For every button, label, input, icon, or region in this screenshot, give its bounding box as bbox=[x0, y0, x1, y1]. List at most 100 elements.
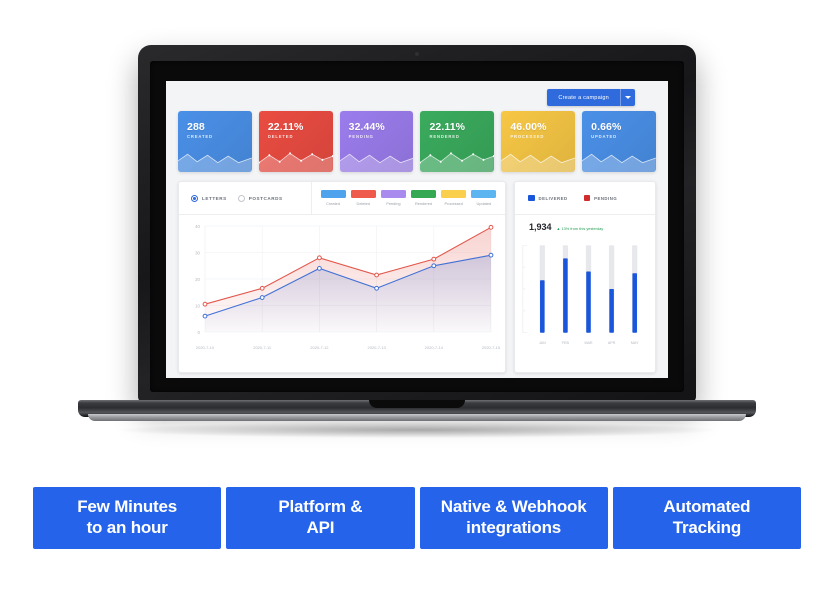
svg-text:30: 30 bbox=[195, 251, 200, 256]
stat-card-value: 0.66% bbox=[591, 121, 622, 133]
legend-item-pending[interactable]: PENDING bbox=[583, 194, 618, 202]
svg-text:JAN: JAN bbox=[539, 341, 546, 345]
stat-card-value: 288 bbox=[187, 121, 205, 133]
radio-button-icon[interactable] bbox=[237, 194, 245, 202]
delivery-legend: DELIVERED PENDING bbox=[515, 182, 655, 215]
stat-card-label: DELETED bbox=[267, 134, 294, 139]
legend-swatch bbox=[441, 190, 467, 199]
legend-label: Updated bbox=[476, 200, 492, 206]
stat-card-label: PENDING bbox=[348, 134, 374, 139]
radio-button-icon[interactable] bbox=[191, 194, 198, 202]
line-chart-svg: 0 10 20 30 40 2020-7-10 2020-7-11 2020-7-12 2020… bbox=[195, 224, 501, 350]
banner-line-2: integrations bbox=[466, 518, 562, 537]
legend-swatch bbox=[380, 190, 406, 199]
legend-item-rendered[interactable]: Rendered bbox=[411, 190, 437, 206]
stat-card-processed[interactable]: 46.00% PROCESSED bbox=[501, 111, 576, 172]
dashboard-footer: Reporting is not real-time. Time zone fo… bbox=[166, 373, 668, 378]
feature-banner-row: Few Minutes to an hour Platform & API Native… bbox=[0, 487, 834, 549]
dashboard: Create a campaign 288 CREATED 22.11% DELETE… bbox=[166, 81, 668, 378]
banner-line-1: Platform & bbox=[278, 497, 363, 517]
chart-panels: LETTERS POSTCARDS Created Deleted Pending Re… bbox=[166, 172, 668, 373]
stat-card-pending[interactable]: 32.44% PENDING bbox=[339, 111, 414, 172]
svg-text:FEB: FEB bbox=[562, 341, 570, 345]
svg-text:2020-7-13: 2020-7-13 bbox=[367, 345, 386, 350]
banner-line-1: Native & Webhook bbox=[440, 497, 587, 517]
svg-text:0: 0 bbox=[198, 330, 201, 335]
bar-chart: JAN FEB MAR APR MAY bbox=[515, 240, 655, 372]
banner-line-2: Tracking bbox=[672, 518, 742, 537]
radio-postcards[interactable]: POSTCARDS bbox=[237, 194, 283, 202]
stat-card-rendered[interactable]: 22.11% RENDERED bbox=[420, 111, 495, 172]
create-campaign-dropdown-button[interactable] bbox=[620, 89, 635, 106]
stat-card-label: CREATED bbox=[187, 134, 213, 139]
laptop-base-lip bbox=[88, 414, 746, 421]
create-campaign-split-button[interactable]: Create a campaign bbox=[547, 89, 635, 106]
laptop-shadow bbox=[120, 422, 714, 438]
feature-banner[interactable]: Platform & API bbox=[226, 487, 415, 549]
feature-banner[interactable]: Few Minutes to an hour bbox=[33, 487, 222, 549]
create-campaign-button[interactable]: Create a campaign bbox=[547, 89, 620, 106]
svg-text:APR: APR bbox=[608, 341, 616, 345]
stat-card-sparkline bbox=[258, 152, 333, 172]
legend-item-processed[interactable]: Processed bbox=[441, 190, 467, 206]
legend-swatch bbox=[528, 194, 535, 202]
stat-card-label: UPDATED bbox=[591, 134, 618, 139]
legend-swatch bbox=[471, 190, 497, 199]
line-chart-panel: LETTERS POSTCARDS Created Deleted Pending Re… bbox=[178, 181, 506, 373]
legend-label: Rendered bbox=[415, 200, 433, 206]
chart-controls: LETTERS POSTCARDS Created Deleted Pending Re… bbox=[179, 182, 505, 215]
webcam-icon bbox=[415, 52, 419, 56]
delivered-delta: ▲ 13% from this yesterday bbox=[557, 226, 604, 231]
banner-line-1: Few Minutes bbox=[77, 497, 178, 517]
laptop-screen: Create a campaign 288 CREATED 22.11% DELETE… bbox=[166, 81, 668, 378]
stat-card-sparkline bbox=[501, 153, 576, 172]
banner-text: Automated Tracking bbox=[663, 497, 750, 538]
stat-card-value: 22.11% bbox=[267, 121, 304, 133]
bar-chart-panel: DELIVERED PENDING 1,934 ▲ 13% from this y… bbox=[514, 181, 656, 373]
legend-item-pending[interactable]: Pending bbox=[380, 190, 406, 206]
svg-text:2020-7-12: 2020-7-12 bbox=[310, 345, 329, 350]
legend-label: Pending bbox=[386, 200, 401, 206]
legend-label: PENDING bbox=[594, 195, 618, 201]
dashboard-toolbar: Create a campaign bbox=[166, 81, 668, 111]
stat-card-sparkline bbox=[339, 153, 414, 172]
legend-label: Processed bbox=[444, 200, 463, 206]
radio-label: POSTCARDS bbox=[248, 195, 283, 201]
mail-type-radio-group: LETTERS POSTCARDS bbox=[179, 182, 312, 214]
arrow-up-icon: ▲ bbox=[556, 226, 561, 231]
banner-line-1: Automated bbox=[663, 497, 751, 517]
radio-label: LETTERS bbox=[202, 195, 227, 201]
legend-item-updated[interactable]: Updated bbox=[471, 190, 497, 206]
legend-item-deleted[interactable]: Deleted bbox=[350, 190, 376, 206]
feature-banner[interactable]: Native & Webhook integrations bbox=[419, 487, 608, 549]
svg-text:MAY: MAY bbox=[631, 341, 639, 345]
banner-text: Native & Webhook integrations bbox=[441, 497, 587, 538]
svg-text:MAR: MAR bbox=[584, 341, 592, 345]
radio-letters[interactable]: LETTERS bbox=[191, 194, 227, 202]
stat-card-deleted[interactable]: 22.11% DELETED bbox=[258, 111, 333, 172]
legend-item-delivered[interactable]: DELIVERED bbox=[528, 194, 568, 202]
legend-item-created[interactable]: Created bbox=[320, 190, 346, 206]
bar-chart-svg: JAN FEB MAR APR MAY bbox=[522, 244, 639, 345]
legend-swatch bbox=[583, 194, 591, 202]
metric-legend: Created Deleted Pending Rendered Processed Up… bbox=[312, 182, 505, 214]
stat-card-updated[interactable]: 0.66% UPDATED bbox=[582, 111, 656, 172]
stat-card-sparkline bbox=[420, 152, 495, 172]
banner-text: Platform & API bbox=[278, 497, 362, 538]
legend-swatch bbox=[411, 190, 437, 199]
svg-text:20: 20 bbox=[195, 277, 200, 282]
legend-label: Created bbox=[326, 200, 340, 206]
laptop-bezel: Create a campaign 288 CREATED 22.11% DELETE… bbox=[150, 61, 684, 392]
banner-line-2: API bbox=[306, 518, 335, 537]
stat-card-sparkline bbox=[178, 153, 252, 172]
delivered-total: 1,934 ▲ 13% from this yesterday bbox=[529, 222, 603, 232]
stat-card-value: 46.00% bbox=[510, 121, 547, 133]
stat-card-created[interactable]: 288 CREATED bbox=[178, 111, 252, 172]
line-chart: 0 10 20 30 40 2020-7-10 2020-7-11 2020-7-12 2020… bbox=[179, 214, 505, 372]
stat-card-label: RENDERED bbox=[429, 134, 460, 139]
svg-text:10: 10 bbox=[195, 304, 200, 309]
stat-card-row: 288 CREATED 22.11% DELETED 32.44% PENDING 22.1… bbox=[166, 111, 668, 172]
delivered-total-value: 1,934 bbox=[529, 222, 552, 232]
stat-card-sparkline bbox=[582, 153, 656, 172]
feature-banner[interactable]: Automated Tracking bbox=[612, 487, 801, 549]
